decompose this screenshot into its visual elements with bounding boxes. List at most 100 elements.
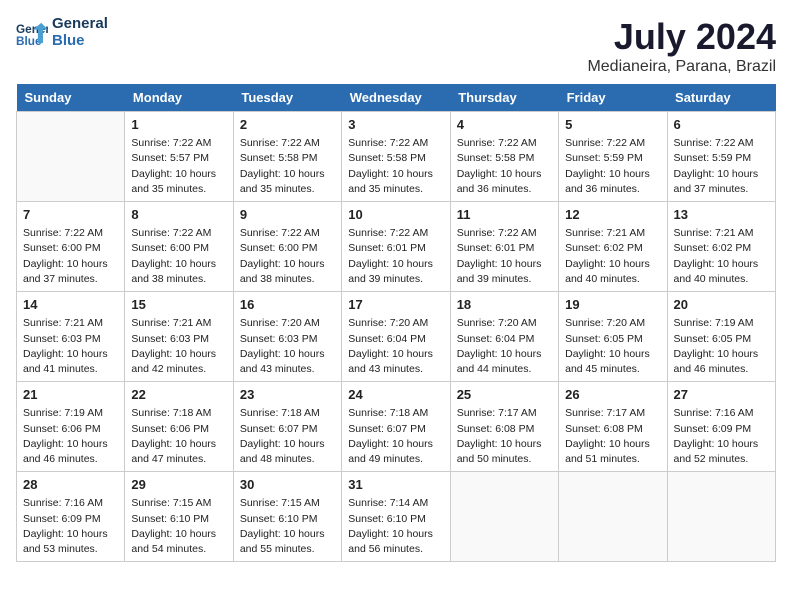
calendar-cell: 30 Sunrise: 7:15 AM Sunset: 6:10 PM Dayli… bbox=[233, 472, 341, 562]
calendar-week-row: 1Sunrise: 7:22 AM Sunset: 5:57 PM Daylig… bbox=[17, 112, 776, 202]
calendar-cell: 1Sunrise: 7:22 AM Sunset: 5:57 PM Daylig… bbox=[125, 112, 233, 202]
calendar-cell: 4 Sunrise: 7:22 AM Sunset: 5:58 PM Daylig… bbox=[450, 112, 558, 202]
day-number: 16 bbox=[240, 296, 335, 314]
day-info: Sunrise: 7:21 AM Sunset: 6:02 PM Dayligh… bbox=[674, 226, 769, 287]
day-number: 11 bbox=[457, 206, 552, 224]
weekday-header-row: SundayMondayTuesdayWednesdayThursdayFrid… bbox=[17, 84, 776, 112]
day-info: Sunrise: 7:22 AM Sunset: 6:01 PM Dayligh… bbox=[457, 226, 552, 287]
day-number: 10 bbox=[348, 206, 443, 224]
calendar-cell: 16 Sunrise: 7:20 AM Sunset: 6:03 PM Dayli… bbox=[233, 292, 341, 382]
calendar-cell: 14 Sunrise: 7:21 AM Sunset: 6:03 PM Dayli… bbox=[17, 292, 125, 382]
day-number: 22 bbox=[131, 386, 226, 404]
day-number: 17 bbox=[348, 296, 443, 314]
day-info: Sunrise: 7:21 AM Sunset: 6:03 PM Dayligh… bbox=[23, 316, 118, 377]
day-info: Sunrise: 7:14 AM Sunset: 6:10 PM Dayligh… bbox=[348, 496, 443, 557]
day-number: 4 bbox=[457, 116, 552, 134]
calendar-week-row: 28 Sunrise: 7:16 AM Sunset: 6:09 PM Dayli… bbox=[17, 472, 776, 562]
calendar-cell: 24 Sunrise: 7:18 AM Sunset: 6:07 PM Dayli… bbox=[342, 382, 450, 472]
day-info: Sunrise: 7:22 AM Sunset: 5:58 PM Dayligh… bbox=[240, 136, 335, 197]
day-info: Sunrise: 7:22 AM Sunset: 6:00 PM Dayligh… bbox=[131, 226, 226, 287]
day-info: Sunrise: 7:15 AM Sunset: 6:10 PM Dayligh… bbox=[240, 496, 335, 557]
calendar-cell: 7Sunrise: 7:22 AM Sunset: 6:00 PM Daylig… bbox=[17, 202, 125, 292]
calendar-table: SundayMondayTuesdayWednesdayThursdayFrid… bbox=[16, 84, 776, 562]
calendar-cell: 10 Sunrise: 7:22 AM Sunset: 6:01 PM Dayli… bbox=[342, 202, 450, 292]
logo-text-blue: Blue bbox=[52, 33, 108, 50]
calendar-cell: 3 Sunrise: 7:22 AM Sunset: 5:58 PM Daylig… bbox=[342, 112, 450, 202]
day-number: 30 bbox=[240, 476, 335, 494]
day-number: 27 bbox=[674, 386, 769, 404]
calendar-cell: 9 Sunrise: 7:22 AM Sunset: 6:00 PM Daylig… bbox=[233, 202, 341, 292]
calendar-cell: 29 Sunrise: 7:15 AM Sunset: 6:10 PM Dayli… bbox=[125, 472, 233, 562]
day-number: 9 bbox=[240, 206, 335, 224]
day-number: 25 bbox=[457, 386, 552, 404]
day-number: 8 bbox=[131, 206, 226, 224]
calendar-week-row: 21 Sunrise: 7:19 AM Sunset: 6:06 PM Dayli… bbox=[17, 382, 776, 472]
day-info: Sunrise: 7:22 AM Sunset: 6:01 PM Dayligh… bbox=[348, 226, 443, 287]
day-info: Sunrise: 7:18 AM Sunset: 6:06 PM Dayligh… bbox=[131, 406, 226, 467]
calendar-cell: 18 Sunrise: 7:20 AM Sunset: 6:04 PM Dayli… bbox=[450, 292, 558, 382]
calendar-cell bbox=[667, 472, 775, 562]
location-subtitle: Medianeira, Parana, Brazil bbox=[587, 58, 776, 76]
weekday-header-wednesday: Wednesday bbox=[342, 84, 450, 112]
day-info: Sunrise: 7:18 AM Sunset: 6:07 PM Dayligh… bbox=[348, 406, 443, 467]
calendar-cell: 31Sunrise: 7:14 AM Sunset: 6:10 PM Dayli… bbox=[342, 472, 450, 562]
day-number: 21 bbox=[23, 386, 118, 404]
day-info: Sunrise: 7:19 AM Sunset: 6:06 PM Dayligh… bbox=[23, 406, 118, 467]
day-info: Sunrise: 7:15 AM Sunset: 6:10 PM Dayligh… bbox=[131, 496, 226, 557]
day-number: 28 bbox=[23, 476, 118, 494]
calendar-week-row: 14 Sunrise: 7:21 AM Sunset: 6:03 PM Dayli… bbox=[17, 292, 776, 382]
calendar-cell: 5 Sunrise: 7:22 AM Sunset: 5:59 PM Daylig… bbox=[559, 112, 667, 202]
day-number: 14 bbox=[23, 296, 118, 314]
calendar-cell bbox=[559, 472, 667, 562]
weekday-header-monday: Monday bbox=[125, 84, 233, 112]
day-info: Sunrise: 7:22 AM Sunset: 5:59 PM Dayligh… bbox=[674, 136, 769, 197]
calendar-cell: 23Sunrise: 7:18 AM Sunset: 6:07 PM Dayli… bbox=[233, 382, 341, 472]
day-info: Sunrise: 7:16 AM Sunset: 6:09 PM Dayligh… bbox=[23, 496, 118, 557]
day-info: Sunrise: 7:20 AM Sunset: 6:04 PM Dayligh… bbox=[457, 316, 552, 377]
title-block: July 2024 Medianeira, Parana, Brazil bbox=[587, 16, 776, 76]
calendar-cell: 17Sunrise: 7:20 AM Sunset: 6:04 PM Dayli… bbox=[342, 292, 450, 382]
calendar-cell: 13Sunrise: 7:21 AM Sunset: 6:02 PM Dayli… bbox=[667, 202, 775, 292]
calendar-cell: 22 Sunrise: 7:18 AM Sunset: 6:06 PM Dayli… bbox=[125, 382, 233, 472]
day-number: 3 bbox=[348, 116, 443, 134]
day-number: 2 bbox=[240, 116, 335, 134]
calendar-cell: 11 Sunrise: 7:22 AM Sunset: 6:01 PM Dayli… bbox=[450, 202, 558, 292]
day-number: 24 bbox=[348, 386, 443, 404]
calendar-cell: 21 Sunrise: 7:19 AM Sunset: 6:06 PM Dayli… bbox=[17, 382, 125, 472]
day-number: 26 bbox=[565, 386, 660, 404]
weekday-header-thursday: Thursday bbox=[450, 84, 558, 112]
day-info: Sunrise: 7:18 AM Sunset: 6:07 PM Dayligh… bbox=[240, 406, 335, 467]
calendar-cell: 2 Sunrise: 7:22 AM Sunset: 5:58 PM Daylig… bbox=[233, 112, 341, 202]
day-info: Sunrise: 7:22 AM Sunset: 5:57 PM Dayligh… bbox=[131, 136, 226, 197]
calendar-cell: 28 Sunrise: 7:16 AM Sunset: 6:09 PM Dayli… bbox=[17, 472, 125, 562]
day-number: 6 bbox=[674, 116, 769, 134]
day-number: 18 bbox=[457, 296, 552, 314]
calendar-cell bbox=[17, 112, 125, 202]
day-info: Sunrise: 7:17 AM Sunset: 6:08 PM Dayligh… bbox=[565, 406, 660, 467]
day-number: 29 bbox=[131, 476, 226, 494]
calendar-cell: 20 Sunrise: 7:19 AM Sunset: 6:05 PM Dayli… bbox=[667, 292, 775, 382]
month-year-title: July 2024 bbox=[587, 16, 776, 58]
day-info: Sunrise: 7:22 AM Sunset: 6:00 PM Dayligh… bbox=[23, 226, 118, 287]
calendar-cell: 26 Sunrise: 7:17 AM Sunset: 6:08 PM Dayli… bbox=[559, 382, 667, 472]
day-info: Sunrise: 7:20 AM Sunset: 6:03 PM Dayligh… bbox=[240, 316, 335, 377]
calendar-cell: 27 Sunrise: 7:16 AM Sunset: 6:09 PM Dayli… bbox=[667, 382, 775, 472]
logo-icon: General Blue bbox=[16, 19, 48, 47]
day-info: Sunrise: 7:16 AM Sunset: 6:09 PM Dayligh… bbox=[674, 406, 769, 467]
day-number: 20 bbox=[674, 296, 769, 314]
day-info: Sunrise: 7:22 AM Sunset: 6:00 PM Dayligh… bbox=[240, 226, 335, 287]
day-info: Sunrise: 7:22 AM Sunset: 5:58 PM Dayligh… bbox=[457, 136, 552, 197]
calendar-cell: 19Sunrise: 7:20 AM Sunset: 6:05 PM Dayli… bbox=[559, 292, 667, 382]
calendar-cell: 8 Sunrise: 7:22 AM Sunset: 6:00 PM Daylig… bbox=[125, 202, 233, 292]
calendar-cell: 12Sunrise: 7:21 AM Sunset: 6:02 PM Dayli… bbox=[559, 202, 667, 292]
weekday-header-tuesday: Tuesday bbox=[233, 84, 341, 112]
calendar-cell: 15Sunrise: 7:21 AM Sunset: 6:03 PM Dayli… bbox=[125, 292, 233, 382]
day-info: Sunrise: 7:19 AM Sunset: 6:05 PM Dayligh… bbox=[674, 316, 769, 377]
logo-text-general: General bbox=[52, 16, 108, 33]
day-info: Sunrise: 7:22 AM Sunset: 5:59 PM Dayligh… bbox=[565, 136, 660, 197]
calendar-cell bbox=[450, 472, 558, 562]
weekday-header-saturday: Saturday bbox=[667, 84, 775, 112]
day-info: Sunrise: 7:22 AM Sunset: 5:58 PM Dayligh… bbox=[348, 136, 443, 197]
calendar-cell: 25Sunrise: 7:17 AM Sunset: 6:08 PM Dayli… bbox=[450, 382, 558, 472]
day-number: 5 bbox=[565, 116, 660, 134]
